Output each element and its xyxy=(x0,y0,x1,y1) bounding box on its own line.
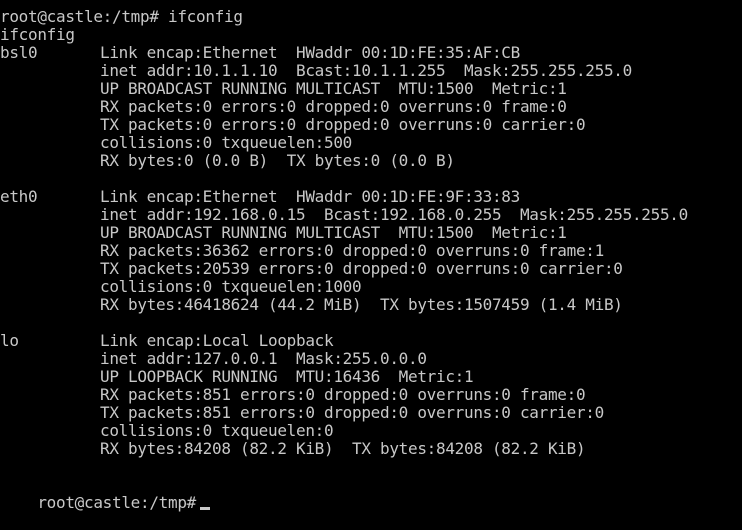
interface-detail-line: TX packets:851 errors:0 dropped:0 overru… xyxy=(100,403,604,422)
interface-detail-line: inet addr:192.168.0.15 Bcast:192.168.0.2… xyxy=(100,205,688,224)
interface-detail-line: UP BROADCAST RUNNING MULTICAST MTU:1500 … xyxy=(100,79,567,98)
interface-detail-line: RX bytes:84208 (82.2 KiB) TX bytes:84208… xyxy=(100,439,586,458)
interface-detail-line: Link encap:Local Loopback xyxy=(100,331,334,350)
interface-detail-line: collisions:0 txqueuelen:500 xyxy=(100,133,352,152)
terminal-window[interactable]: root@castle:/tmp# ifconfig ifconfig bsl0… xyxy=(0,0,742,512)
interface-detail-line: RX bytes:0 (0.0 B) TX bytes:0 (0.0 B) xyxy=(100,151,455,170)
interface-detail-line: collisions:0 txqueuelen:1000 xyxy=(100,277,362,296)
echo-command-line: ifconfig xyxy=(0,25,75,44)
final-prompt-text: root@castle:/tmp# xyxy=(37,493,197,512)
prompt-command-line: root@castle:/tmp# ifconfig xyxy=(0,7,243,26)
interface-detail-line: Link encap:Ethernet HWaddr 00:1D:FE:35:A… xyxy=(100,43,520,62)
interface-detail-line: TX packets:0 errors:0 dropped:0 overruns… xyxy=(100,115,586,134)
interface-detail-line: Link encap:Ethernet HWaddr 00:1D:FE:9F:3… xyxy=(100,187,520,206)
interface-detail-line: TX packets:20539 errors:0 dropped:0 over… xyxy=(100,259,623,278)
interface-detail-line: RX packets:36362 errors:0 dropped:0 over… xyxy=(100,241,604,260)
interface-detail-line: UP BROADCAST RUNNING MULTICAST MTU:1500 … xyxy=(100,223,567,242)
interface-detail-line: RX bytes:46418624 (44.2 MiB) TX bytes:15… xyxy=(100,295,623,314)
interface-name: lo xyxy=(0,331,19,350)
interface-name: bsl0 xyxy=(0,43,38,62)
interface-detail-line: RX packets:0 errors:0 dropped:0 overruns… xyxy=(100,97,567,116)
interface-detail-line: RX packets:851 errors:0 dropped:0 overru… xyxy=(100,385,586,404)
interface-detail-line: inet addr:10.1.1.10 Bcast:10.1.1.255 Mas… xyxy=(100,61,632,80)
interface-name: eth0 xyxy=(0,187,38,206)
interface-detail-line: UP LOOPBACK RUNNING MTU:16436 Metric:1 xyxy=(100,367,474,386)
interface-detail-line: collisions:0 txqueuelen:0 xyxy=(100,421,334,440)
interface-detail-line: inet addr:127.0.0.1 Mask:255.0.0.0 xyxy=(100,349,427,368)
final-prompt-line[interactable]: root@castle:/tmp# xyxy=(0,476,211,512)
text-cursor xyxy=(200,507,211,510)
